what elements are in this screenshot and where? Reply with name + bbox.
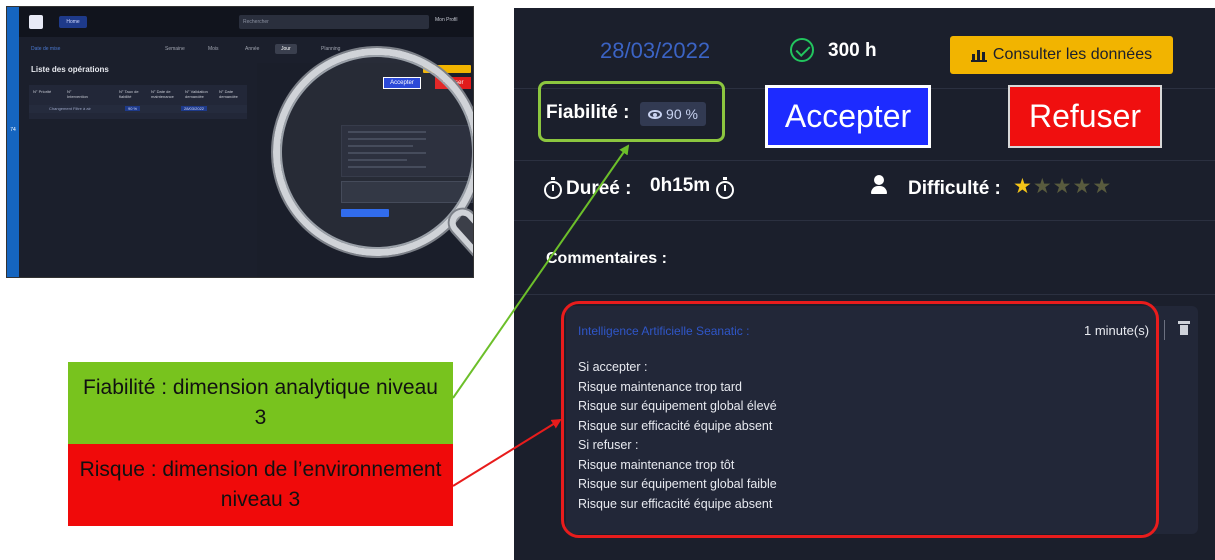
thumb-col-header: N° Taux de fiabilité [119,89,139,99]
difficulty-rating: ★★★★★ [1013,174,1112,199]
thumb-tab-active[interactable]: Jour [275,44,297,54]
ai-comment-line: Si refuser : [578,438,639,452]
ai-comment-author: Intelligence Artificielle Seanatic : [578,324,750,338]
operation-detail-panel: 28/03/2022 300 h Consulter les données F… [514,8,1215,560]
thumb-tab[interactable]: Planning [315,44,346,54]
app-thumbnail: 74 Home Rechercher Mon Profil Date de mi… [6,6,474,278]
divider [514,160,1215,161]
consult-data-button[interactable]: Consulter les données [950,36,1173,74]
thumb-user-menu[interactable]: Mon Profil [435,17,458,23]
fiabilite-badge: 90 % [640,102,706,126]
thumb-home-button[interactable]: Home [59,16,87,28]
thumb-cell: Changement Filtre à air [49,106,91,111]
thumb-sidebar-badge: 74 [10,127,16,133]
thumb-tab[interactable]: Semaine [159,44,191,54]
magnifier-lens-icon [273,48,473,256]
comments-label: Commentaires : [546,250,667,267]
ai-comment-line: Risque maintenance trop tôt [578,457,735,472]
legend-fiabilite: Fiabilité : dimension analytique niveau … [68,362,453,444]
thumb-col-header: N° Priorité [33,89,52,94]
ai-comment-line: Risque sur équipement global faible [578,477,777,491]
duree-value: 0h15m [650,175,711,196]
thumb-col-header: N° Intervention [67,89,88,99]
consult-data-label: Consulter les données [992,46,1153,63]
bar-chart-icon [970,48,987,62]
thumb-table-row[interactable]: Changement Filtre à air 90 % 28/03/2022 [29,105,247,113]
ai-comment-time: 1 minute(s) [1084,323,1150,338]
thumb-cell-fiabilite: 90 % [125,106,141,111]
star-empty-icon: ★ [1052,175,1073,198]
ai-comment-line: Risque maintenance trop tard [578,379,742,394]
duree-label: Dureé : [566,178,632,199]
operation-date: 28/03/2022 [600,38,711,63]
ai-comment-line: Risque sur efficacité équipe absent [578,496,773,511]
trash-icon[interactable] [1178,321,1190,335]
star-empty-icon: ★ [1072,175,1093,198]
legend-risque: Risque : dimension de l’environnement ni… [68,444,453,526]
timer-icon [544,177,562,199]
hours-counter: 300 h [828,40,877,61]
ai-comment-body: Si accepter : Risque maintenance trop tar… [578,358,777,514]
thumb-sidebar: 74 [7,7,19,277]
ai-comment-line: Risque sur efficacité équipe absent [578,418,773,433]
fiabilite-value: 90 % [666,106,698,122]
eye-icon [648,109,663,119]
thumb-table-header: N° Priorité N° Intervention N° Taux de f… [29,85,247,119]
divider [514,294,1215,295]
thumb-date: Date de mise [31,46,61,52]
divider [514,220,1215,221]
star-filled-icon: ★ [1013,175,1033,198]
separator [1164,320,1165,340]
thumb-logo [29,15,43,29]
thumb-tab[interactable]: Année [239,44,265,54]
accept-button[interactable]: Accepter [765,85,931,148]
thumb-view-tabs: Semaine Mois Année Jour Planning [157,44,473,54]
timer-icon [716,177,734,199]
thumb-col-header: N° Date de maintenance [151,89,174,99]
thumb-col-header: N° Date demandée [219,89,238,99]
thumb-list-title: Liste des opérations [31,65,109,74]
thumb-search-input[interactable]: Rechercher [239,15,429,29]
star-empty-icon: ★ [1092,175,1113,198]
thumb-tab[interactable]: Mois [202,44,225,54]
check-circle-icon [790,38,814,62]
thumb-col-header: N° Validation demandée [185,89,208,99]
user-icon [870,175,888,195]
star-empty-icon: ★ [1032,175,1053,198]
ai-comment-line: Risque sur équipement global élevé [578,399,777,413]
difficulte-label: Difficulté : [908,178,1001,199]
fiabilite-label: Fiabilité : [546,102,630,123]
ai-comment-line: Si accepter : [578,360,648,374]
thumb-cell-date: 28/03/2022 [181,106,208,111]
refuse-button[interactable]: Refuser [1008,85,1162,148]
